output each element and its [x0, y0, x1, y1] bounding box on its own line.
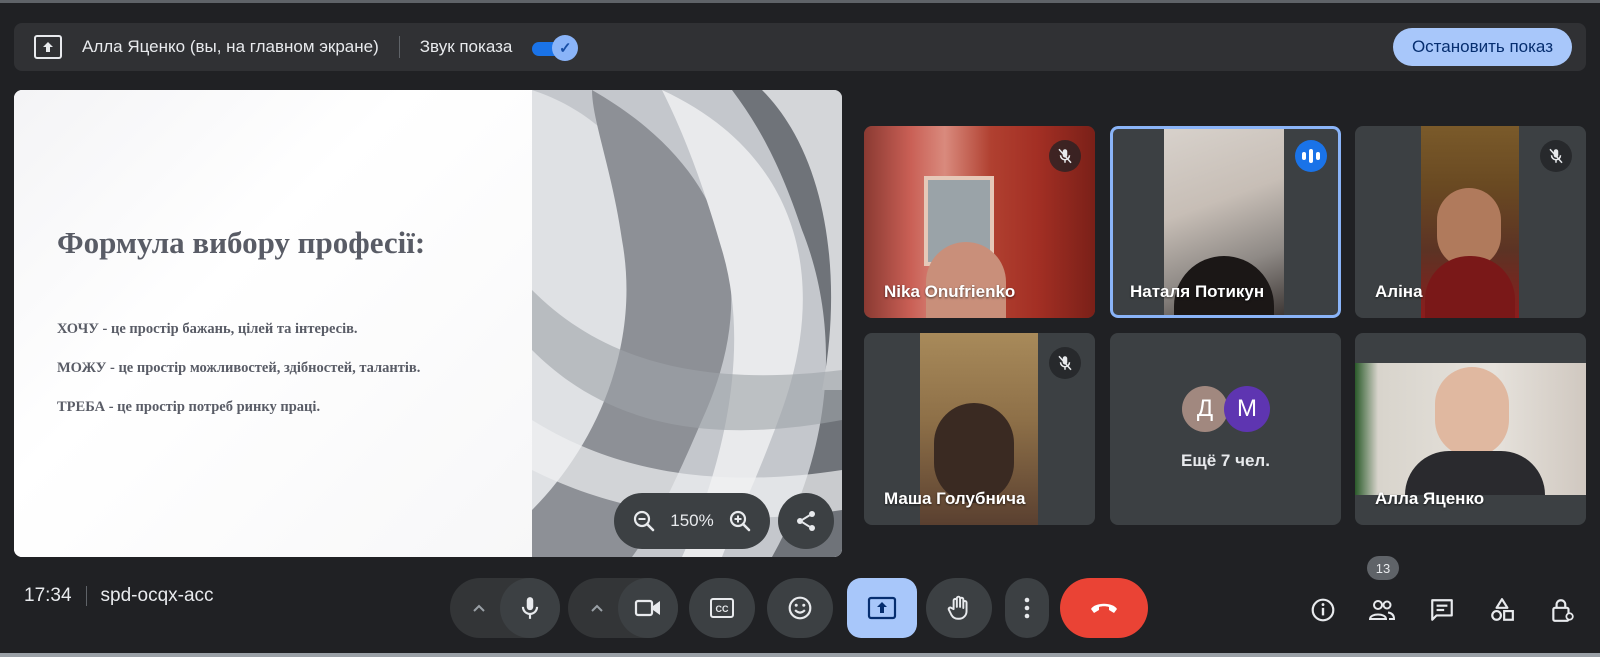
present-now-button[interactable]	[847, 578, 917, 638]
participant-video	[1421, 126, 1519, 318]
mic-off-icon	[1540, 140, 1572, 172]
mic-button[interactable]	[500, 578, 560, 638]
chat-icon[interactable]	[1422, 590, 1462, 630]
person-in-video	[926, 242, 1006, 318]
participants-count-badge: 13	[1367, 556, 1399, 580]
participant-name: Маша Голубнича	[884, 489, 1026, 508]
activities-icon[interactable]	[1482, 590, 1522, 630]
raise-hand-button[interactable]	[926, 578, 992, 638]
window-bottom-edge	[0, 653, 1600, 657]
share-sound-toggle[interactable]: ✓	[532, 35, 579, 61]
share-sound-label: Звук показа	[419, 37, 513, 56]
more-options-button[interactable]	[1005, 578, 1049, 638]
window-top-edge	[0, 0, 1600, 3]
person-shoulders	[1425, 256, 1515, 318]
more-participants-label: Ещё 7 чел.	[1181, 451, 1270, 470]
participant-tile[interactable]: Маша Голубнича	[864, 333, 1095, 525]
participant-tile[interactable]: Наталя Потикун	[1110, 126, 1341, 318]
slide-line-want: ХОЧУ - це простір бажань, цілей та інтер…	[57, 321, 358, 337]
closed-captions-icon: CC	[710, 598, 734, 618]
participant-tile-self[interactable]: Алла Яценко	[1355, 333, 1586, 525]
captions-button[interactable]: CC	[689, 578, 755, 638]
camera-icon	[634, 599, 660, 617]
participant-name: Алла Яценко	[1375, 489, 1485, 508]
chevron-up-icon[interactable]	[456, 578, 502, 638]
presenting-bar: Алла Яценко (вы, на главном экране) Звук…	[14, 23, 1586, 71]
reactions-button[interactable]	[767, 578, 833, 638]
present-screen-icon	[34, 35, 62, 59]
person-in-video	[934, 403, 1014, 503]
mic-off-icon	[1049, 140, 1081, 172]
slide-line-need: ТРЕБА - це простір потреб ринку праці.	[57, 399, 321, 415]
participant-tile[interactable]: Аліна	[1355, 126, 1586, 318]
slide-title: Формула вибору професії:	[57, 225, 426, 260]
presenter-label: Алла Яценко (вы, на главном экране)	[82, 37, 379, 56]
avatar: М	[1224, 386, 1270, 432]
meeting-code: spd-ocqx-acc	[100, 585, 214, 606]
clock-time: 17:34	[24, 585, 72, 606]
svg-text:CC: CC	[716, 604, 729, 614]
leave-call-button[interactable]	[1060, 578, 1148, 638]
presented-slide: Формула вибору професії: ХОЧУ - це прост…	[14, 90, 842, 557]
camera-button[interactable]	[618, 578, 678, 638]
slide-background-image	[532, 90, 842, 557]
person-in-video	[1435, 367, 1509, 457]
participant-video	[1355, 363, 1586, 495]
share-slide-button[interactable]	[778, 493, 834, 549]
zoom-out-icon[interactable]	[630, 507, 658, 535]
divider	[85, 586, 87, 606]
divider	[398, 36, 400, 58]
mic-icon	[521, 597, 539, 619]
share-icon	[797, 511, 815, 531]
zoom-level: 150%	[670, 511, 714, 530]
host-controls-icon[interactable]	[1542, 590, 1582, 630]
meeting-info: 17:34 spd-ocqx-acc	[24, 585, 214, 607]
participant-tile[interactable]: Nika Onufrienko	[864, 126, 1095, 318]
zoom-in-icon[interactable]	[726, 507, 754, 535]
mic-off-icon	[1049, 347, 1081, 379]
emoji-icon	[788, 596, 812, 620]
participant-name: Аліна	[1375, 282, 1423, 301]
slide-text-area: Формула вибору професії: ХОЧУ - це прост…	[14, 90, 532, 557]
more-options-icon	[1024, 597, 1030, 619]
info-icon[interactable]	[1303, 590, 1343, 630]
raise-hand-icon	[947, 595, 968, 620]
end-call-icon	[1091, 603, 1117, 613]
slide-line-can: МОЖУ - це простір можливостей, здібносте…	[57, 360, 421, 376]
slide-zoom-control: 150%	[614, 493, 770, 549]
chevron-up-icon[interactable]	[574, 578, 620, 638]
avatar: Д	[1182, 386, 1228, 432]
stop-presenting-button[interactable]: Остановить показ	[1392, 28, 1572, 66]
people-icon[interactable]	[1362, 590, 1402, 630]
active-speaker-border	[1110, 126, 1341, 318]
participant-name: Nika Onufrienko	[884, 282, 1016, 301]
present-screen-icon	[867, 596, 897, 620]
checkmark-icon: ✓	[552, 35, 579, 61]
more-participants-tile[interactable]: Д М Ещё 7 чел.	[1110, 333, 1341, 525]
